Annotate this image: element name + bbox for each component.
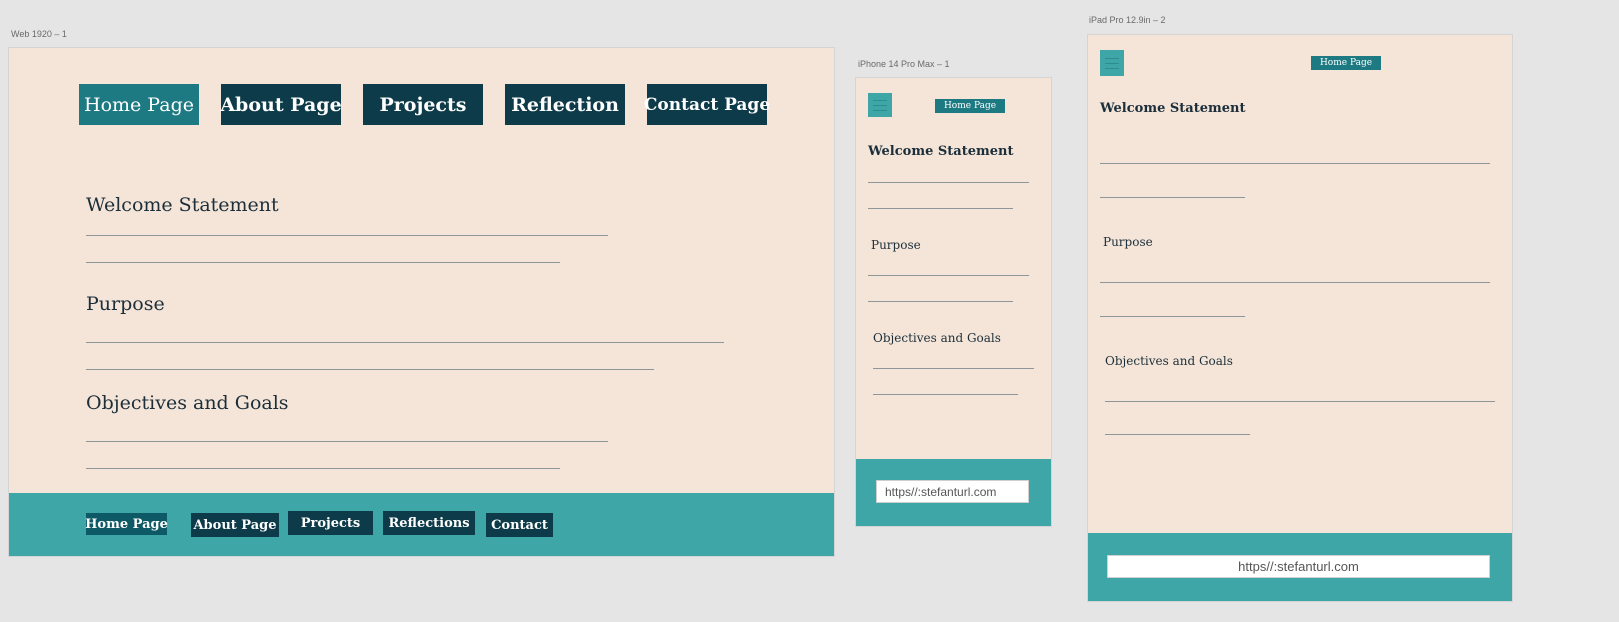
iphone-nav-home-page[interactable]: Home Page	[935, 99, 1005, 113]
ipad-artboard-label: iPad Pro 12.9in – 2	[1089, 15, 1166, 25]
ipad-purpose-heading: Purpose	[1103, 235, 1153, 249]
web-footer-projects[interactable]: Projects	[288, 511, 373, 535]
ipad-footer-url[interactable]: https//:stefanturl.com	[1107, 555, 1490, 578]
hamburger-menu-icon[interactable]	[1100, 50, 1124, 76]
web-welcome-line-2	[86, 262, 560, 263]
iphone-footer: https//:stefanturl.com	[856, 459, 1051, 526]
ipad-objectives-line-2	[1105, 434, 1250, 435]
web-purpose-line-1	[86, 342, 724, 343]
iphone-purpose-line-1	[868, 275, 1029, 276]
web-objectives-line-1	[86, 441, 608, 442]
ipad-purpose-line-1	[1100, 282, 1490, 283]
iphone-objectives-heading: Objectives and Goals	[873, 331, 1001, 345]
web-welcome-line-1	[86, 235, 608, 236]
web-objectives-heading: Objectives and Goals	[86, 392, 289, 414]
web-footer-reflections[interactable]: Reflections	[383, 511, 475, 535]
web-artboard: Home Page About Page Projects Reflection…	[8, 47, 835, 557]
iphone-footer-url[interactable]: https//:stefanturl.com	[876, 480, 1029, 503]
web-purpose-heading: Purpose	[86, 293, 165, 315]
web-footer: Home Page About Page Projects Reflection…	[9, 493, 834, 556]
web-footer-home-page[interactable]: Home Page	[85, 513, 168, 535]
ipad-welcome-line-2	[1100, 197, 1245, 198]
iphone-welcome-heading: Welcome Statement	[868, 144, 1014, 159]
web-artboard-label: Web 1920 – 1	[11, 29, 67, 39]
iphone-welcome-line-1	[868, 182, 1029, 183]
iphone-welcome-line-2	[868, 208, 1013, 209]
ipad-welcome-line-1	[1100, 163, 1490, 164]
hamburger-menu-icon[interactable]	[868, 93, 892, 117]
web-nav-projects[interactable]: Projects	[363, 84, 483, 125]
web-nav-about-page[interactable]: About Page	[220, 84, 342, 125]
web-objectives-line-2	[86, 468, 560, 469]
iphone-artboard-label: iPhone 14 Pro Max – 1	[858, 59, 950, 69]
iphone-objectives-line-1	[873, 368, 1034, 369]
web-nav-contact-page[interactable]: Contact Page	[644, 84, 770, 125]
web-welcome-heading: Welcome Statement	[86, 194, 279, 216]
iphone-artboard: Home Page Welcome Statement Purpose Obje…	[855, 77, 1052, 527]
web-footer-about-page[interactable]: About Page	[191, 513, 279, 537]
ipad-purpose-line-2	[1100, 316, 1245, 317]
ipad-artboard: Home Page Welcome Statement Purpose Obje…	[1087, 34, 1513, 602]
iphone-purpose-line-2	[868, 301, 1013, 302]
ipad-footer: https//:stefanturl.com	[1088, 533, 1512, 601]
iphone-objectives-line-2	[873, 394, 1018, 395]
ipad-welcome-heading: Welcome Statement	[1100, 101, 1246, 116]
iphone-purpose-heading: Purpose	[871, 238, 921, 252]
web-nav-reflection[interactable]: Reflection	[505, 84, 625, 125]
ipad-nav-home-page[interactable]: Home Page	[1311, 56, 1381, 70]
web-nav-home-page[interactable]: Home Page	[79, 84, 199, 125]
ipad-objectives-line-1	[1105, 401, 1495, 402]
web-footer-contact[interactable]: Contact	[486, 513, 553, 537]
ipad-objectives-heading: Objectives and Goals	[1105, 354, 1233, 368]
web-purpose-line-2	[86, 369, 654, 370]
